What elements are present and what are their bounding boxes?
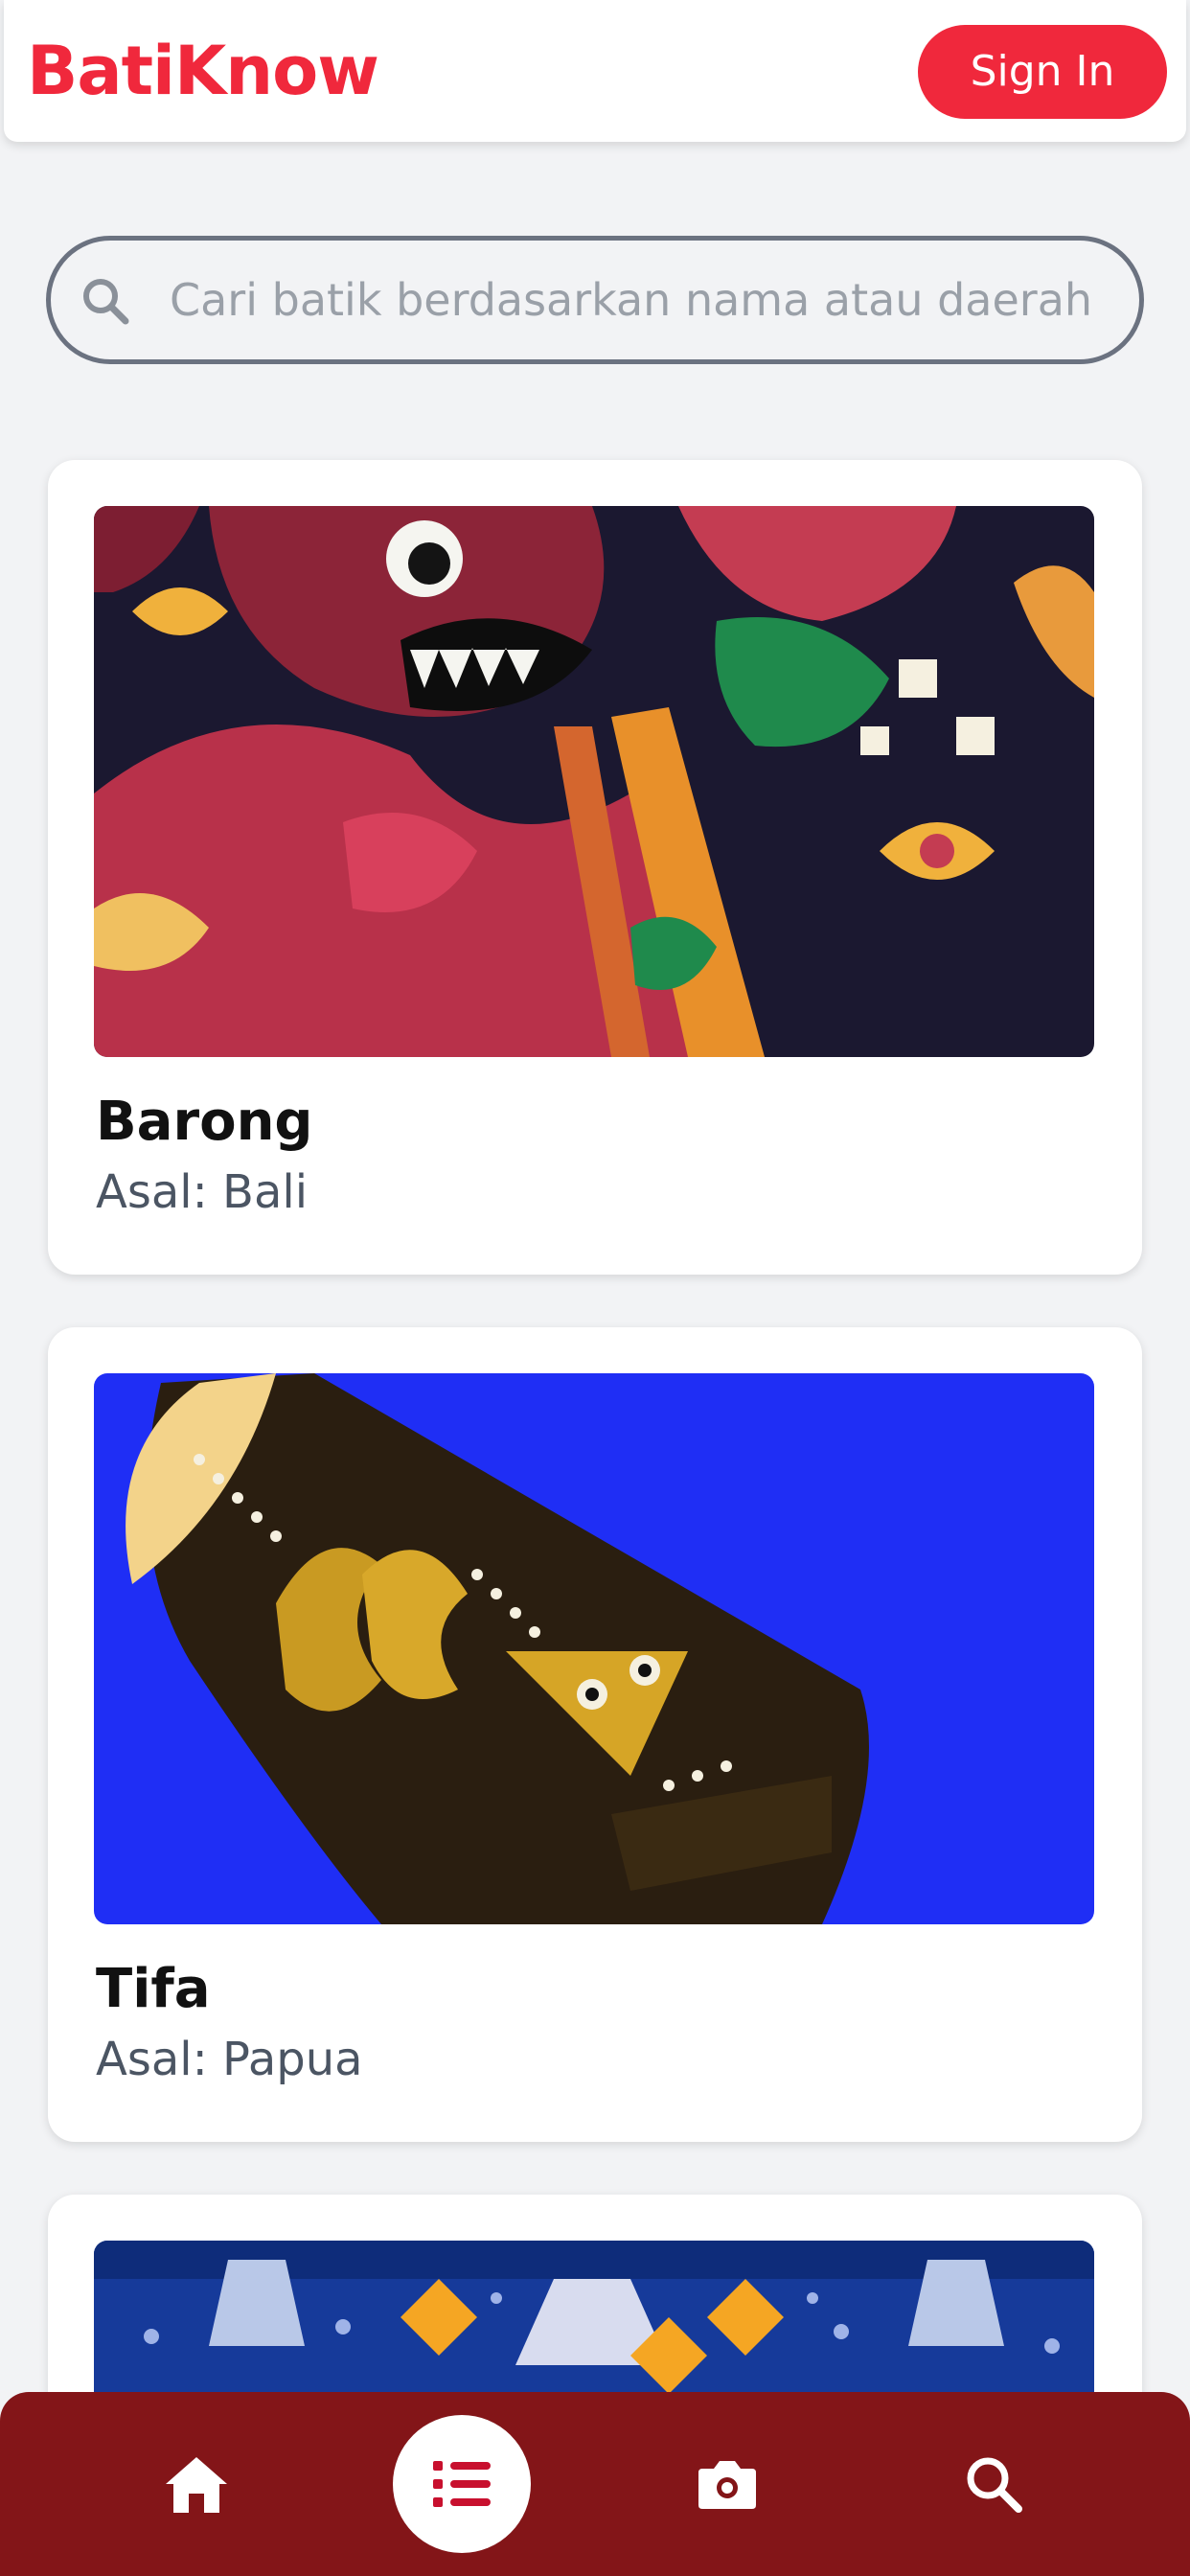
- batik-image-barong: [94, 506, 1094, 1057]
- bottom-navigation: [0, 2392, 1190, 2576]
- batik-image-tifa: [94, 1373, 1094, 1924]
- top-app-bar: BatiKnow Sign In: [4, 0, 1186, 142]
- app-logo-text: BatiKnow: [27, 32, 379, 110]
- batik-name: Tifa: [96, 1958, 211, 2020]
- list-icon: [433, 2461, 491, 2507]
- search-bar[interactable]: [46, 236, 1144, 364]
- camera-icon: [698, 2461, 756, 2509]
- nav-search-button[interactable]: [941, 2438, 1046, 2530]
- batik-card-tifa[interactable]: Tifa Asal: Papua: [48, 1327, 1142, 2142]
- nav-camera-button[interactable]: [675, 2438, 780, 2530]
- sign-in-button[interactable]: Sign In: [918, 25, 1167, 119]
- batik-origin: Asal: Papua: [96, 2033, 363, 2086]
- app-screen: BatiKnow Sign In Cari batik berdasarkan …: [0, 0, 1190, 2576]
- batik-card-barong[interactable]: Barong Asal: Bali: [48, 460, 1142, 1275]
- nav-home-button[interactable]: [144, 2438, 249, 2530]
- search-input[interactable]: [170, 241, 1128, 359]
- search-icon: [83, 279, 129, 325]
- search-icon: [967, 2457, 1022, 2513]
- batik-name: Barong: [96, 1091, 313, 1153]
- batik-origin: Asal: Bali: [96, 1165, 309, 1219]
- nav-list-button[interactable]: [393, 2415, 531, 2553]
- home-icon: [166, 2457, 227, 2513]
